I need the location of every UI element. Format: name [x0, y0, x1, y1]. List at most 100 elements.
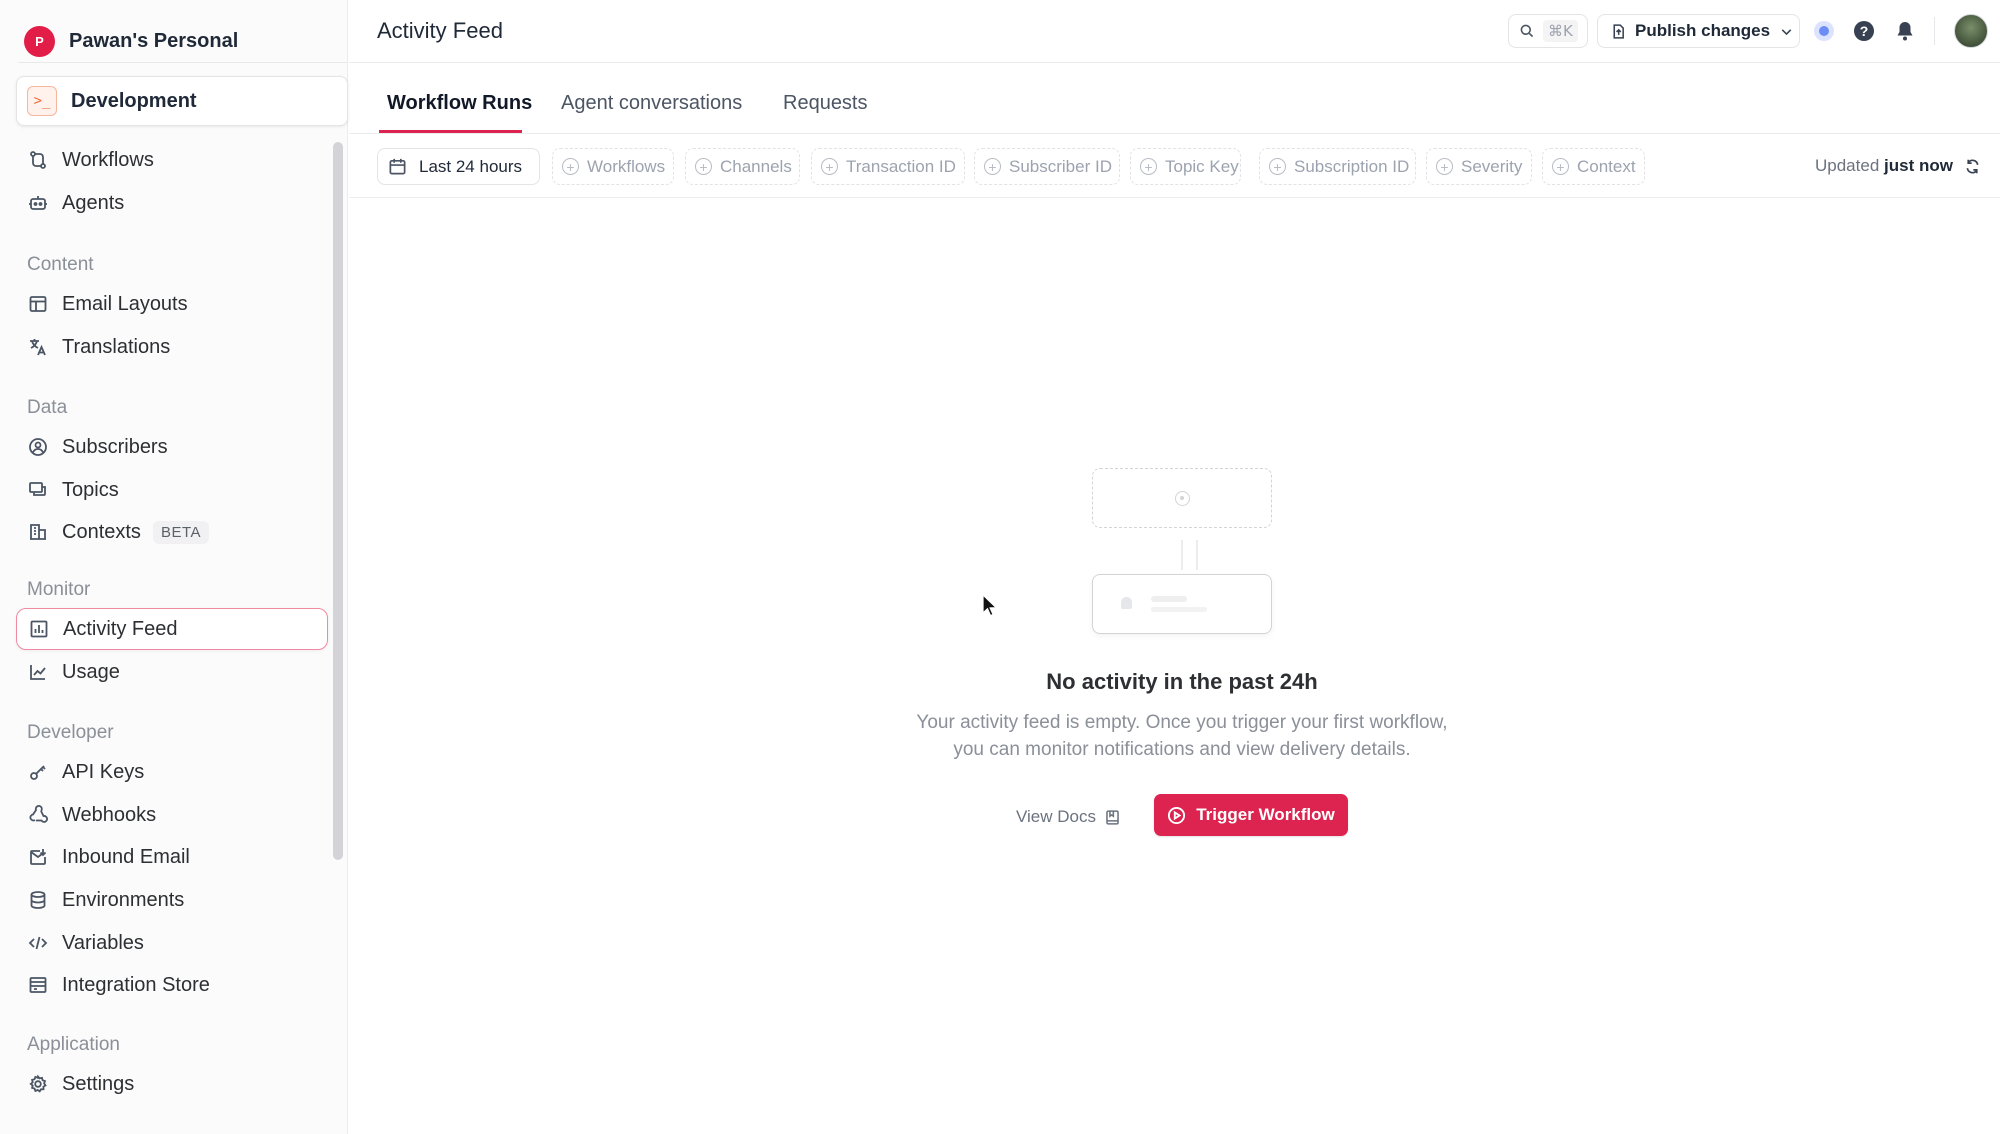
sidebar-item-label: Webhooks — [62, 803, 157, 826]
plus-circle-icon: + — [821, 158, 838, 175]
refresh-icon[interactable] — [1964, 158, 1981, 175]
play-circle-icon — [1175, 491, 1190, 506]
tab-requests[interactable]: Requests — [783, 92, 868, 115]
empty-illustration-trigger-box — [1092, 468, 1272, 528]
sidebar-item-activity-feed[interactable]: Activity Feed — [16, 608, 328, 650]
updated-value: just now — [1884, 156, 1953, 175]
section-title-developer: Developer — [27, 722, 114, 743]
placeholder-line — [1151, 607, 1207, 612]
search-shortcut: ⌘K — [1543, 20, 1578, 42]
empty-state-description: Your activity feed is empty. Once you tr… — [882, 709, 1482, 763]
sidebar-item-label: API Keys — [62, 760, 145, 783]
plus-circle-icon: + — [1269, 158, 1286, 175]
sidebar-item-label: Subscribers — [62, 435, 168, 458]
tab-workflow-runs[interactable]: Workflow Runs — [387, 92, 532, 115]
filter-bar: Last 24 hours + Workflows + Channels + T… — [349, 134, 2000, 198]
user-avatar[interactable] — [1954, 14, 1988, 48]
filter-chip-subscriber-id[interactable]: + Subscriber ID — [974, 148, 1120, 185]
updated-status: Updated just now — [1815, 156, 1953, 176]
sidebar-item-inbound-email[interactable]: Inbound Email — [16, 836, 328, 878]
view-docs-label: View Docs — [1016, 807, 1096, 826]
section-title-content: Content — [27, 254, 94, 275]
filter-chip-label: Context — [1577, 156, 1636, 176]
tab-agent-conversations[interactable]: Agent conversations — [561, 92, 742, 115]
sidebar-item-workflows[interactable]: Workflows — [16, 139, 328, 181]
sidebar-item-webhooks[interactable]: Webhooks — [16, 794, 328, 836]
environment-label: Development — [71, 89, 197, 112]
database-icon — [30, 891, 46, 909]
filter-chip-context[interactable]: + Context — [1542, 148, 1645, 185]
translate-icon — [30, 339, 46, 356]
plus-circle-icon: + — [562, 158, 579, 175]
updated-prefix: Updated — [1815, 156, 1880, 175]
sidebar-item-label: Variables — [62, 931, 144, 954]
sidebar-item-label: Settings — [62, 1072, 135, 1095]
divider — [18, 62, 348, 63]
active-tab-indicator — [379, 130, 522, 133]
filter-chip-transaction-id[interactable]: + Transaction ID — [811, 148, 965, 185]
view-docs-link[interactable]: View Docs — [1016, 804, 1121, 830]
sidebar-item-label: Agents — [62, 191, 125, 214]
filter-chip-channels[interactable]: + Channels — [685, 148, 800, 185]
top-bar: Activity Feed ⌘K Publish changes ? — [349, 0, 2000, 63]
divider — [1934, 17, 1935, 45]
sidebar-item-topics[interactable]: Topics — [16, 469, 328, 511]
line-chart-icon — [30, 665, 46, 680]
sidebar-item-subscribers[interactable]: Subscribers — [16, 426, 328, 468]
sidebar-item-api-keys[interactable]: API Keys — [16, 751, 328, 793]
sidebar-item-contexts[interactable]: Contexts BETA — [16, 511, 328, 553]
book-icon — [1106, 809, 1119, 825]
page-title: Activity Feed — [377, 18, 503, 43]
sidebar-item-translations[interactable]: Translations — [16, 326, 328, 368]
terminal-icon: >_ — [27, 86, 57, 116]
sidebar-item-usage[interactable]: Usage — [16, 651, 328, 693]
date-range-label: Last 24 hours — [419, 156, 523, 176]
section-title-application: Application — [27, 1034, 120, 1055]
org-switcher[interactable]: P Pawan's Personal — [24, 25, 238, 57]
org-avatar: P — [24, 25, 55, 57]
bell-icon[interactable] — [1895, 20, 1915, 42]
subscribers-icon — [29, 438, 47, 456]
illustration-connector — [1196, 540, 1198, 570]
environment-switcher[interactable]: >_ Development — [16, 76, 348, 126]
building-icon — [30, 524, 46, 540]
plus-circle-icon: + — [695, 158, 712, 175]
filter-chip-subscription-id[interactable]: + Subscription ID — [1259, 148, 1416, 185]
empty-state-line: Your activity feed is empty. Once you tr… — [916, 712, 1448, 733]
sidebar-item-label: Usage — [62, 660, 120, 683]
sidebar-item-variables[interactable]: Variables — [16, 922, 328, 964]
sidebar-item-settings[interactable]: Settings — [16, 1063, 328, 1105]
publish-changes-button[interactable]: Publish changes — [1597, 14, 1800, 48]
filter-chip-label: Topic Key — [1165, 156, 1239, 176]
sidebar-item-label: Integration Store — [62, 973, 210, 996]
sidebar-item-integration-store[interactable]: Integration Store — [16, 964, 328, 1006]
sidebar-item-label: Translations — [62, 335, 171, 358]
webhook-icon — [29, 805, 48, 823]
status-indicator-icon[interactable] — [1814, 21, 1834, 41]
sidebar: P Pawan's Personal >_ Development Workfl… — [0, 0, 348, 1134]
sidebar-item-agents[interactable]: Agents — [16, 182, 328, 224]
filter-chip-label: Workflows — [587, 156, 666, 176]
filter-chip-topic-key[interactable]: + Topic Key — [1130, 148, 1241, 185]
search-button[interactable]: ⌘K — [1508, 14, 1588, 48]
empty-illustration-notification-box — [1092, 574, 1272, 634]
sidebar-item-label: Contexts — [62, 520, 141, 543]
empty-state-line: you can monitor notifications and view d… — [953, 739, 1411, 760]
code-icon — [28, 936, 48, 950]
help-icon[interactable]: ? — [1854, 21, 1874, 41]
date-range-filter[interactable]: Last 24 hours — [377, 148, 540, 185]
sidebar-item-environments[interactable]: Environments — [16, 879, 328, 921]
filter-chip-severity[interactable]: + Severity — [1426, 148, 1532, 185]
sidebar-item-email-layouts[interactable]: Email Layouts — [16, 283, 328, 325]
key-icon — [30, 765, 46, 780]
illustration-connector — [1181, 540, 1183, 570]
trigger-workflow-button[interactable]: Trigger Workflow — [1154, 794, 1348, 836]
sidebar-scrollbar[interactable] — [333, 142, 343, 860]
org-name: Pawan's Personal — [69, 29, 239, 52]
plus-circle-icon: + — [1552, 158, 1569, 175]
sidebar-item-label: Email Layouts — [62, 292, 188, 315]
workflow-icon — [30, 151, 46, 169]
search-icon — [1520, 24, 1534, 38]
filter-chip-label: Severity — [1461, 156, 1523, 176]
filter-chip-workflows[interactable]: + Workflows — [552, 148, 674, 185]
